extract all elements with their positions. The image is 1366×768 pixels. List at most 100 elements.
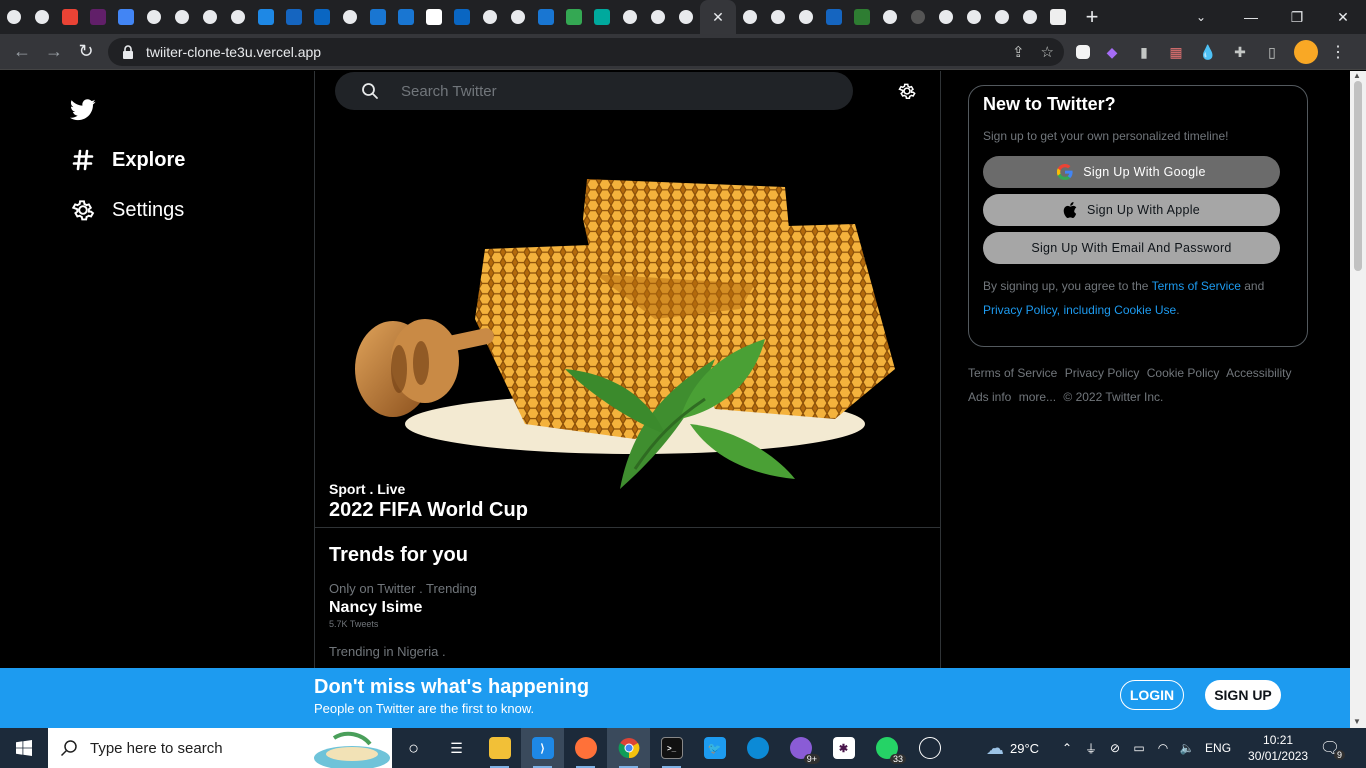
- battery-icon[interactable]: ▭: [1127, 741, 1151, 755]
- footer-link-cookie[interactable]: Cookie Policy: [1147, 366, 1220, 380]
- extensions-puzzle-icon[interactable]: ✚: [1230, 42, 1250, 62]
- footer-link-ads[interactable]: Ads info: [968, 390, 1011, 404]
- browser-tab[interactable]: [848, 0, 876, 34]
- browser-tab[interactable]: [56, 0, 84, 34]
- search-input[interactable]: [401, 82, 801, 100]
- extension-purple-icon[interactable]: ◆: [1102, 42, 1122, 62]
- browser-tab[interactable]: [0, 0, 28, 34]
- browser-tab[interactable]: [672, 0, 700, 34]
- notification-center-icon[interactable]: 🗨 9: [1315, 738, 1346, 760]
- taskbar-clock[interactable]: 10:21 30/01/2023: [1241, 732, 1315, 764]
- footer-link-privacy[interactable]: Privacy Policy: [1065, 366, 1140, 380]
- signup-google-button[interactable]: Sign Up With Google: [983, 156, 1280, 188]
- extension-drop-icon[interactable]: 💧: [1198, 42, 1218, 62]
- nav-explore[interactable]: Explore: [70, 147, 185, 173]
- photos-icon[interactable]: [908, 728, 951, 768]
- browser-tab[interactable]: [112, 0, 140, 34]
- back-icon[interactable]: ←: [6, 36, 38, 68]
- widgets-icon[interactable]: ☰: [435, 728, 478, 768]
- tray-chevron-up-icon[interactable]: ⌃: [1055, 741, 1079, 755]
- close-window-icon[interactable]: ✕: [1320, 0, 1366, 34]
- whatsapp-icon[interactable]: 33: [865, 728, 908, 768]
- browser-tab[interactable]: [448, 0, 476, 34]
- edge-icon[interactable]: [736, 728, 779, 768]
- browser-tab[interactable]: [764, 0, 792, 34]
- browser-tab[interactable]: [904, 0, 932, 34]
- taskbar-search[interactable]: Type here to search: [48, 728, 392, 768]
- copilot-chat-icon[interactable]: 9+: [779, 728, 822, 768]
- footer-link-more[interactable]: more...: [1019, 390, 1056, 404]
- browser-tab[interactable]: [932, 0, 960, 34]
- restore-icon[interactable]: ❐: [1274, 0, 1320, 34]
- browser-tab[interactable]: [960, 0, 988, 34]
- tab-search-chevron-icon[interactable]: ⌄: [1186, 0, 1216, 34]
- url-text[interactable]: twiiter-clone-te3u.vercel.app: [146, 44, 321, 60]
- browser-tab[interactable]: [28, 0, 56, 34]
- browser-tab[interactable]: [308, 0, 336, 34]
- extension-calendar-icon[interactable]: ▦: [1166, 42, 1186, 62]
- task-view-icon[interactable]: ○: [392, 728, 435, 768]
- vscode-icon[interactable]: ⟩: [521, 728, 564, 768]
- volume-icon[interactable]: 🔈: [1175, 741, 1199, 755]
- reload-icon[interactable]: ↻: [70, 36, 102, 68]
- browser-tab[interactable]: [168, 0, 196, 34]
- windows-start-button[interactable]: [0, 728, 48, 768]
- terminal-icon[interactable]: >_: [650, 728, 693, 768]
- tab-active[interactable]: ✕: [700, 0, 736, 34]
- browser-tab[interactable]: [280, 0, 308, 34]
- forward-icon[interactable]: →: [38, 36, 70, 68]
- browser-tab[interactable]: [196, 0, 224, 34]
- tray-no-sound-device-icon[interactable]: ⊘: [1103, 741, 1127, 755]
- browser-tab[interactable]: [224, 0, 252, 34]
- weather-widget[interactable]: ☁ 29°C: [986, 738, 1039, 759]
- terms-of-service-link[interactable]: Terms of Service: [1152, 279, 1241, 293]
- close-tab-icon[interactable]: ✕: [712, 9, 724, 26]
- browser-menu-icon[interactable]: ⋮: [1330, 42, 1348, 62]
- scroll-up-icon[interactable]: ▲: [1353, 71, 1361, 80]
- browser-tab[interactable]: [84, 0, 112, 34]
- trend-item[interactable]: Only on Twitter . Trending Nancy Isime 5…: [329, 581, 477, 629]
- browser-tab[interactable]: [644, 0, 672, 34]
- page-scrollbar[interactable]: ▲ ▼: [1350, 71, 1366, 728]
- footer-link-terms[interactable]: Terms of Service: [968, 366, 1057, 380]
- browser-tab[interactable]: [560, 0, 588, 34]
- featured-event-card[interactable]: Sport . Live 2022 FIFA World Cup: [315, 111, 940, 528]
- browser-tab[interactable]: [588, 0, 616, 34]
- twitter-app-icon[interactable]: 🐦: [693, 728, 736, 768]
- file-explorer-icon[interactable]: [478, 728, 521, 768]
- footer-link-accessibility[interactable]: Accessibility: [1226, 366, 1291, 380]
- explore-settings-gear-icon[interactable]: [897, 81, 917, 101]
- browser-tab[interactable]: [616, 0, 644, 34]
- signup-button[interactable]: SIGN UP: [1205, 680, 1281, 710]
- browser-tab[interactable]: [1044, 0, 1072, 34]
- browser-tab[interactable]: [820, 0, 848, 34]
- wifi-icon[interactable]: ◠: [1151, 741, 1175, 755]
- search-box[interactable]: [335, 72, 853, 110]
- firefox-icon[interactable]: [564, 728, 607, 768]
- login-button[interactable]: LOGIN: [1120, 680, 1184, 710]
- new-tab-button[interactable]: +: [1074, 0, 1110, 34]
- twitter-bird-icon[interactable]: [70, 99, 96, 121]
- browser-tab[interactable]: [532, 0, 560, 34]
- browser-tab[interactable]: [876, 0, 904, 34]
- extension-bottle-icon[interactable]: ▮: [1134, 42, 1154, 62]
- nav-settings[interactable]: Settings: [70, 197, 184, 223]
- tray-usb-icon[interactable]: ⏚: [1079, 740, 1103, 757]
- signup-apple-button[interactable]: Sign Up With Apple: [983, 194, 1280, 226]
- profile-avatar[interactable]: [1294, 40, 1318, 64]
- browser-tab[interactable]: [988, 0, 1016, 34]
- trend-item[interactable]: Trending in Nigeria .: [329, 644, 446, 659]
- privacy-policy-link[interactable]: Privacy Policy, including Cookie Use: [983, 303, 1176, 317]
- browser-tab[interactable]: [1016, 0, 1044, 34]
- browser-tab[interactable]: [504, 0, 532, 34]
- scroll-down-icon[interactable]: ▼: [1353, 717, 1361, 726]
- minimize-icon[interactable]: —: [1228, 0, 1274, 34]
- share-icon[interactable]: ⇪: [1012, 43, 1025, 61]
- browser-tab[interactable]: [420, 0, 448, 34]
- scrollbar-thumb[interactable]: [1354, 81, 1362, 271]
- browser-tab[interactable]: [252, 0, 280, 34]
- address-bar[interactable]: twiiter-clone-te3u.vercel.app ⇪ ☆: [108, 38, 1064, 66]
- browser-tab[interactable]: [336, 0, 364, 34]
- language-indicator[interactable]: ENG: [1205, 741, 1231, 755]
- browser-tab[interactable]: [792, 0, 820, 34]
